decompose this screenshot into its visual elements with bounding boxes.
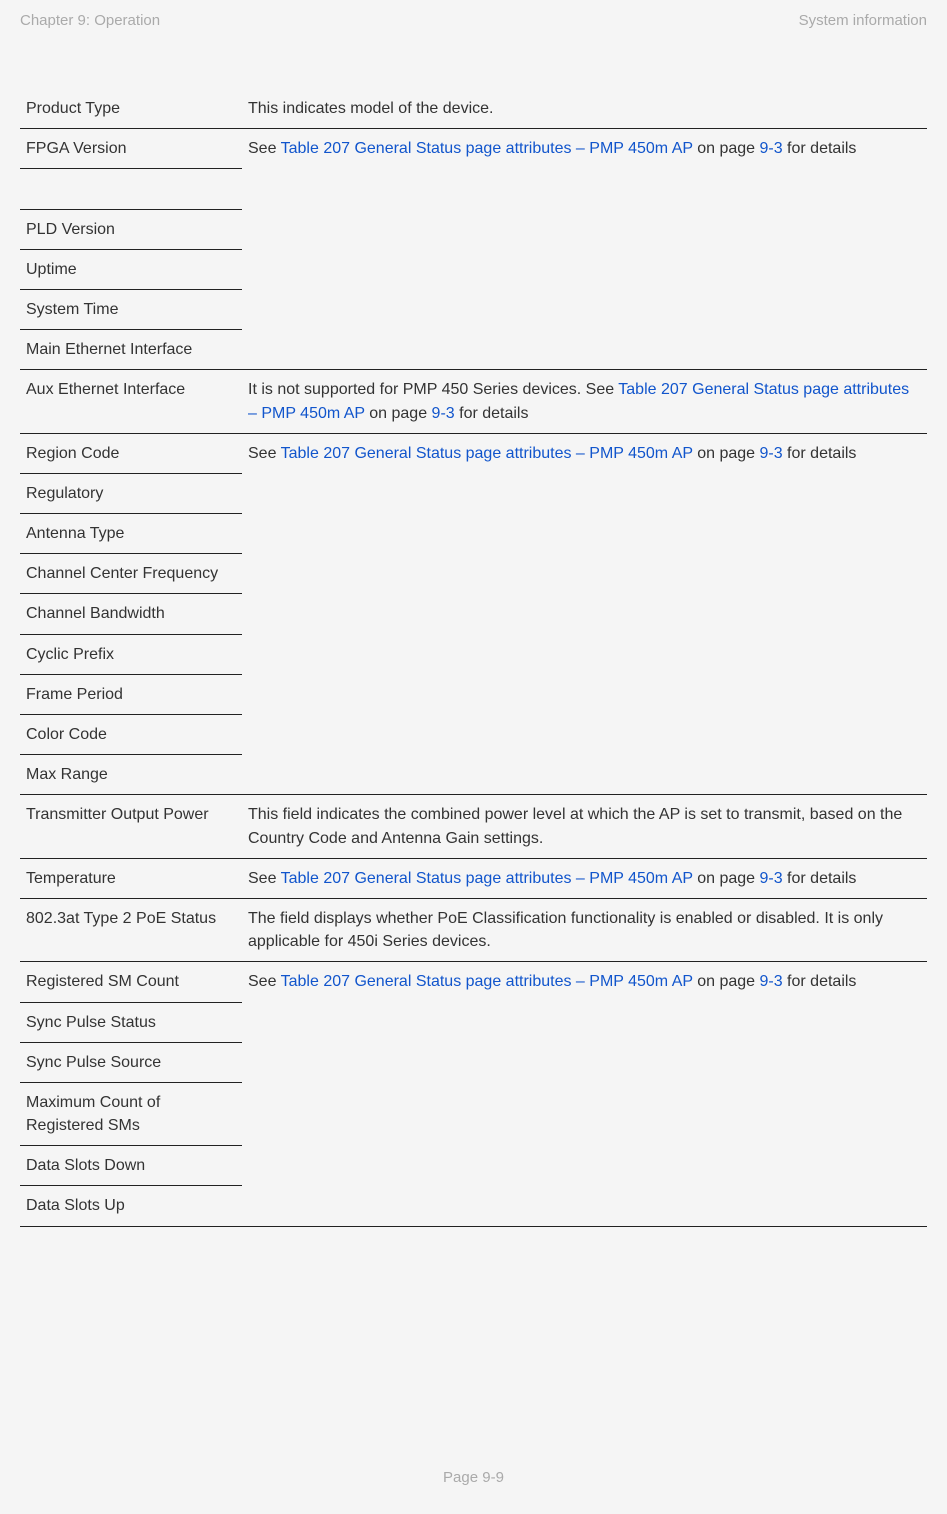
table-row: Region Code See Table 207 General Status…: [20, 433, 927, 473]
table-row: Transmitter Output Power This field indi…: [20, 795, 927, 858]
table-row: Product Type This indicates model of the…: [20, 89, 927, 129]
text: for details: [783, 140, 857, 157]
text: on page: [365, 405, 432, 422]
row-label: Uptime: [20, 249, 242, 289]
row-desc: The field displays whether PoE Classific…: [242, 898, 927, 961]
header-left: Chapter 9: Operation: [20, 12, 160, 29]
row-label: Channel Center Frequency: [20, 554, 242, 594]
table-row: FPGA Version See Table 207 General Statu…: [20, 129, 927, 169]
row-label: Frame Period: [20, 674, 242, 714]
table-row: Aux Ethernet Interface It is not support…: [20, 370, 927, 433]
row-label: Sync Pulse Source: [20, 1042, 242, 1082]
row-label: FPGA Version: [20, 129, 242, 169]
row-label: Region Code: [20, 433, 242, 473]
row-desc: See Table 207 General Status page attrib…: [242, 858, 927, 898]
row-label: Aux Ethernet Interface: [20, 370, 242, 433]
row-label: Sync Pulse Status: [20, 1002, 242, 1042]
table-row: Registered SM Count See Table 207 Genera…: [20, 962, 927, 1002]
row-label: System Time: [20, 289, 242, 329]
row-desc: This indicates model of the device.: [242, 89, 927, 129]
row-desc: See Table 207 General Status page attrib…: [242, 962, 927, 1226]
page-reference-link[interactable]: 9-3: [759, 445, 782, 462]
text: See: [248, 445, 281, 462]
page-reference-link[interactable]: 9-3: [759, 870, 782, 887]
row-label: Color Code: [20, 715, 242, 755]
row-label: Data Slots Up: [20, 1186, 242, 1226]
row-label: 802.3at Type 2 PoE Status: [20, 898, 242, 961]
row-desc: See Table 207 General Status page attrib…: [242, 129, 927, 370]
text: for details: [783, 445, 857, 462]
text: See: [248, 140, 281, 157]
table-row: Temperature See Table 207 General Status…: [20, 858, 927, 898]
text: See: [248, 870, 281, 887]
page-header: Chapter 9: Operation System information: [20, 12, 927, 29]
row-label: PLD Version: [20, 209, 242, 249]
row-label: Antenna Type: [20, 514, 242, 554]
page-reference-link[interactable]: 9-3: [432, 405, 455, 422]
text: It is not supported for PMP 450 Series d…: [248, 381, 618, 398]
text: on page: [693, 870, 760, 887]
text: See: [248, 973, 281, 990]
table-reference-link[interactable]: Table 207 General Status page attributes…: [281, 870, 693, 887]
row-label: Main Ethernet Interface: [20, 330, 242, 370]
text: for details: [455, 405, 529, 422]
row-label: Transmitter Output Power: [20, 795, 242, 858]
text: on page: [693, 140, 760, 157]
row-desc: See Table 207 General Status page attrib…: [242, 433, 927, 795]
row-desc: It is not supported for PMP 450 Series d…: [242, 370, 927, 433]
text: for details: [783, 870, 857, 887]
page-reference-link[interactable]: 9-3: [759, 140, 782, 157]
table-reference-link[interactable]: Table 207 General Status page attributes…: [281, 973, 693, 990]
page-reference-link[interactable]: 9-3: [759, 973, 782, 990]
attributes-table: Product Type This indicates model of the…: [20, 89, 927, 1227]
row-label: Cyclic Prefix: [20, 634, 242, 674]
text: on page: [693, 973, 760, 990]
row-label: Maximum Count of Registered SMs: [20, 1082, 242, 1145]
row-label: Registered SM Count: [20, 962, 242, 1002]
page-footer: Page 9-9: [0, 1469, 947, 1486]
page: Chapter 9: Operation System information …: [0, 0, 947, 1514]
text: for details: [783, 973, 857, 990]
table-reference-link[interactable]: Table 207 General Status page attributes…: [281, 140, 693, 157]
table-reference-link[interactable]: Table 207 General Status page attributes…: [281, 445, 693, 462]
table-row: 802.3at Type 2 PoE Status The field disp…: [20, 898, 927, 961]
header-right: System information: [799, 12, 927, 29]
row-label: Product Type: [20, 89, 242, 129]
row-label-blank: [20, 169, 242, 209]
row-label: Channel Bandwidth: [20, 594, 242, 634]
row-label: Data Slots Down: [20, 1146, 242, 1186]
row-label: Max Range: [20, 755, 242, 795]
row-label: Temperature: [20, 858, 242, 898]
row-desc: This field indicates the combined power …: [242, 795, 927, 858]
text: on page: [693, 445, 760, 462]
row-label: Regulatory: [20, 473, 242, 513]
